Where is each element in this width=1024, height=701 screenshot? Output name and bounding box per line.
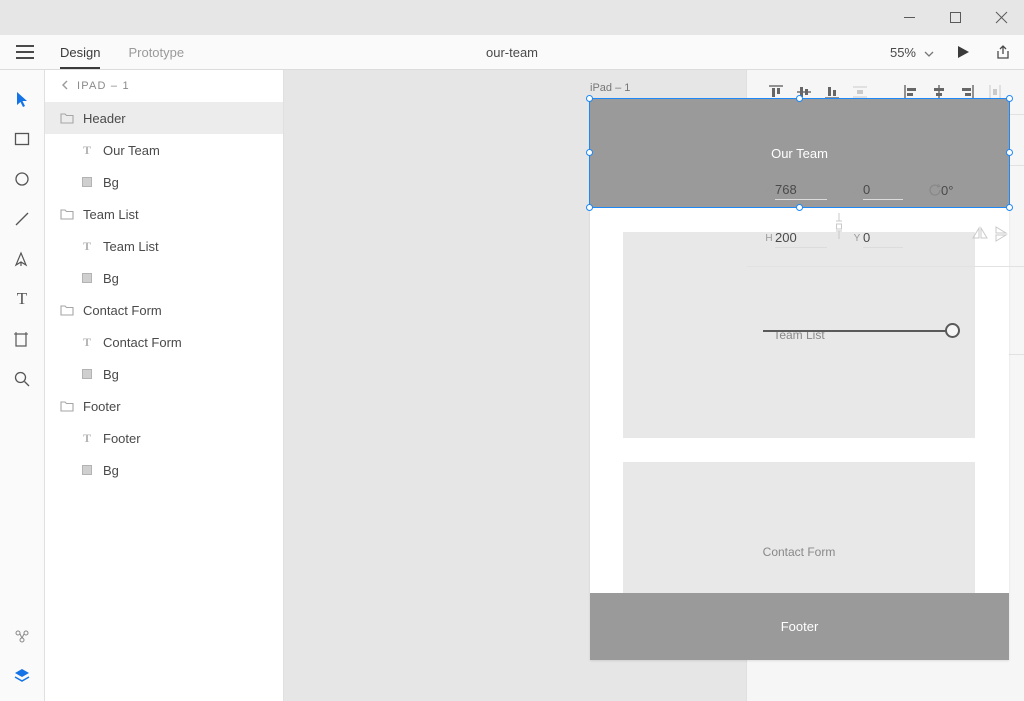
layer-row[interactable]: Bg — [45, 454, 283, 486]
opacity-slider[interactable] — [763, 330, 952, 332]
flip-vertical-button[interactable] — [994, 226, 1008, 247]
layer-row[interactable]: T Our Team — [45, 134, 283, 166]
rotation-input[interactable]: 0° — [941, 181, 971, 200]
layer-row[interactable]: T Footer — [45, 422, 283, 454]
ellipse-tool[interactable] — [7, 164, 37, 194]
x-label: X — [851, 185, 863, 196]
folder-icon — [59, 304, 75, 316]
rect-layer-icon — [79, 465, 95, 475]
share-button[interactable] — [992, 41, 1014, 63]
layer-row[interactable]: Header — [45, 102, 283, 134]
text-layer-icon: T — [79, 335, 95, 350]
layer-row[interactable]: T Contact Form — [45, 326, 283, 358]
zoom-value: 55% — [890, 45, 916, 60]
y-label: Y — [851, 233, 863, 244]
folder-icon — [59, 112, 75, 124]
width-label: W — [763, 185, 775, 196]
y-input[interactable]: 0 — [863, 228, 903, 248]
artboard-tool[interactable] — [7, 324, 37, 354]
rect-layer-icon — [79, 177, 95, 187]
chevron-left-icon — [61, 80, 69, 93]
preview-play-button[interactable] — [952, 41, 974, 63]
left-toolbar: T — [0, 70, 45, 701]
chevron-down-icon — [924, 45, 934, 60]
layer-label: Contact Form — [83, 303, 162, 318]
layers-panel-toggle[interactable] — [7, 661, 37, 691]
folder-icon — [59, 400, 75, 412]
text-layer-icon: T — [79, 239, 95, 254]
layer-row[interactable]: T Team List — [45, 230, 283, 262]
layer-label: Bg — [103, 175, 119, 190]
layer-label: Footer — [83, 399, 121, 414]
document-title: our-team — [486, 45, 538, 60]
layer-label: Contact Form — [103, 335, 182, 350]
zoom-dropdown[interactable]: 55% — [890, 45, 934, 60]
main-region: T IPAD – 1 Header T Our Team Bg Team List T Te… — [0, 70, 1024, 701]
layer-row[interactable]: Bg — [45, 262, 283, 294]
layer-label: Bg — [103, 271, 119, 286]
layer-row[interactable]: Team List — [45, 198, 283, 230]
text-layer-icon: T — [79, 431, 95, 446]
tab-prototype[interactable]: Prototype — [128, 35, 184, 69]
folder-icon — [59, 208, 75, 220]
canvas[interactable]: iPad – 1 Our Team Team List Contact Form… — [284, 70, 746, 701]
pen-tool[interactable] — [7, 244, 37, 274]
artboard-label[interactable]: iPad – 1 — [590, 82, 630, 94]
layer-label: Bg — [103, 463, 119, 478]
line-tool[interactable] — [7, 204, 37, 234]
text-tool[interactable]: T — [7, 284, 37, 314]
rotation-icon — [929, 183, 941, 197]
layer-list: Header T Our Team Bg Team List T Team List Bg Co… — [45, 102, 283, 701]
window-titlebar — [0, 0, 1024, 35]
x-input[interactable]: 0 — [863, 180, 903, 200]
layer-row[interactable]: Footer — [45, 390, 283, 422]
hamburger-menu-button[interactable] — [10, 45, 40, 59]
assets-panel-toggle[interactable] — [7, 621, 37, 651]
layer-label: Our Team — [103, 143, 160, 158]
rect-layer-icon — [79, 273, 95, 283]
window-maximize-button[interactable] — [932, 0, 978, 35]
text-layer-icon: T — [79, 143, 95, 158]
height-input[interactable]: 200 — [775, 228, 827, 248]
layer-label: Bg — [103, 367, 119, 382]
layers-panel: IPAD – 1 Header T Our Team Bg Team List T Team… — [45, 70, 284, 701]
layer-row[interactable]: Bg — [45, 358, 283, 390]
layers-panel-header[interactable]: IPAD – 1 — [45, 70, 283, 102]
layer-label: Header — [83, 111, 126, 126]
layer-label: Team List — [103, 239, 159, 254]
layer-label: Team List — [83, 207, 139, 222]
window-minimize-button[interactable] — [886, 0, 932, 35]
height-label: H — [763, 233, 775, 244]
slider-knob[interactable] — [945, 323, 960, 338]
lock-aspect-icon[interactable] — [827, 232, 851, 244]
layer-row[interactable]: Bg — [45, 166, 283, 198]
transform-section: W 768 X 0 0° H 200 Y 0 — [747, 166, 1024, 267]
selection-tool[interactable] — [7, 84, 37, 114]
app-header: Design Prototype our-team 55% — [0, 35, 1024, 70]
rectangle-tool[interactable] — [7, 124, 37, 154]
window-close-button[interactable] — [978, 0, 1024, 35]
artboard-name: IPAD – 1 — [77, 80, 130, 92]
layer-label: Footer — [103, 431, 141, 446]
width-input[interactable]: 768 — [775, 180, 827, 200]
zoom-tool[interactable] — [7, 364, 37, 394]
canvas-footer-group[interactable]: Footer — [590, 593, 1009, 660]
tab-design[interactable]: Design — [60, 35, 100, 69]
rect-layer-icon — [79, 369, 95, 379]
flip-horizontal-button[interactable] — [972, 226, 988, 247]
layer-row[interactable]: Contact Form — [45, 294, 283, 326]
